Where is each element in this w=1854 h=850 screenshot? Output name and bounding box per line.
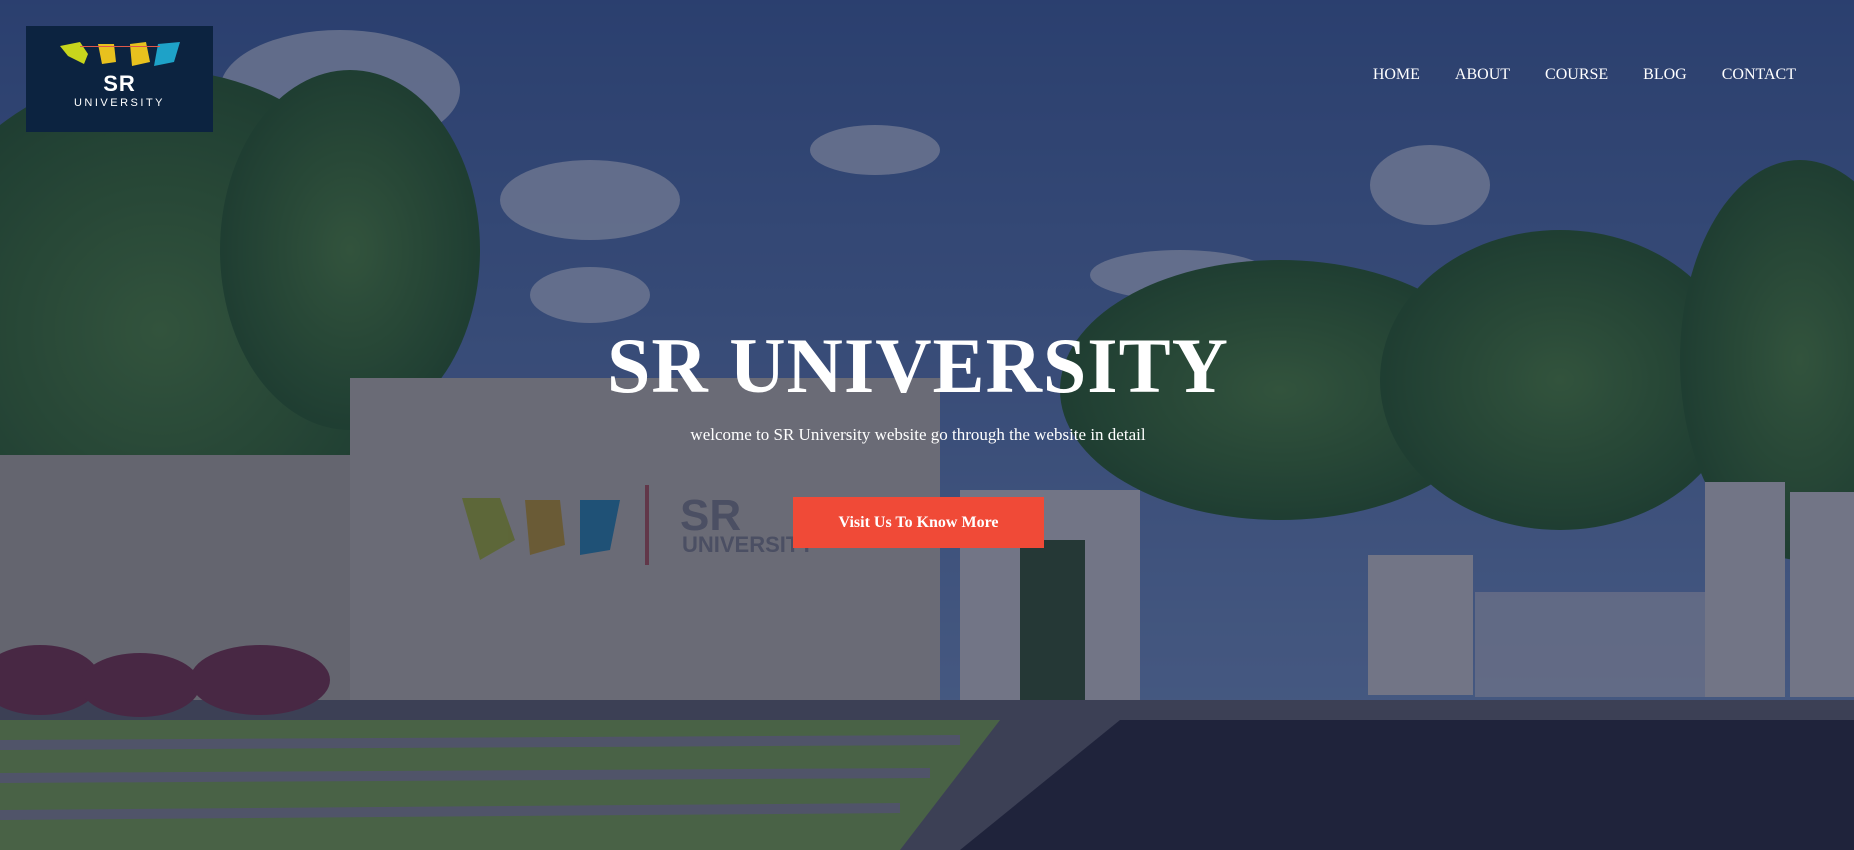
hero-title: SR UNIVERSITY [607, 322, 1229, 409]
hero-subtitle: welcome to SR University website go thro… [690, 425, 1146, 444]
hero-content: SR UNIVERSITY welcome to SR University w… [0, 0, 1854, 850]
visit-us-button[interactable]: Visit Us To Know More [793, 497, 1044, 548]
